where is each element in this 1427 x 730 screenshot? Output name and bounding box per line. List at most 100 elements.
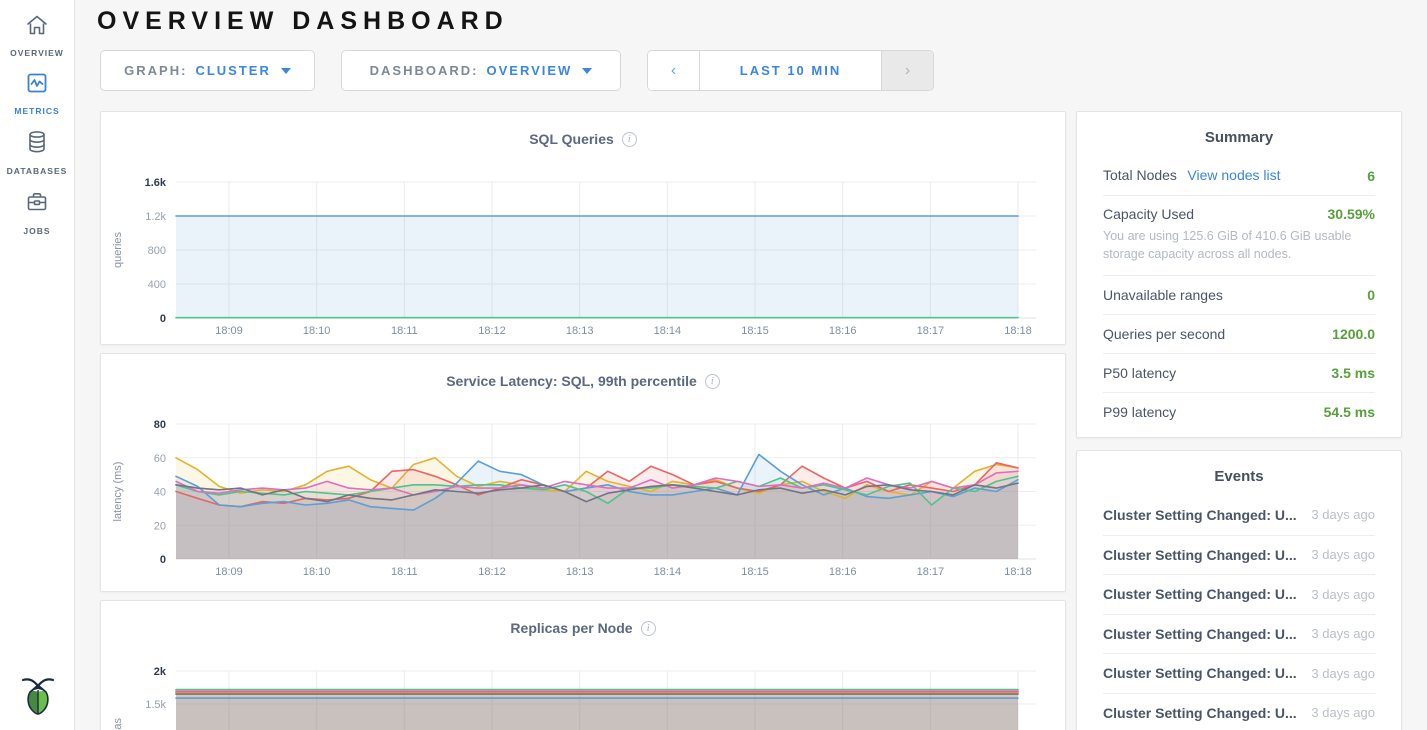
time-window-range-button[interactable]: LAST 10 MIN xyxy=(700,51,881,90)
event-label: Cluster Setting Changed: U... xyxy=(1103,665,1297,681)
graph-dropdown[interactable]: GRAPH: CLUSTER xyxy=(100,50,315,91)
summary-row-qps: Queries per second 1200.0 xyxy=(1103,314,1375,353)
summary-row-p50: P50 latency 3.5 ms xyxy=(1103,353,1375,392)
event-time: 3 days ago xyxy=(1311,626,1375,641)
view-nodes-list-link[interactable]: View nodes list xyxy=(1187,167,1280,183)
svg-text:18:11: 18:11 xyxy=(391,325,418,337)
svg-text:18:14: 18:14 xyxy=(654,566,682,578)
info-icon[interactable]: i xyxy=(705,374,720,389)
page-title: OVERVIEW DASHBOARD xyxy=(97,7,509,36)
summary-row-unavailable-ranges: Unavailable ranges 0 xyxy=(1103,275,1375,314)
service-latency-card: Service Latency: SQL, 99th percentile i … xyxy=(100,353,1066,592)
metrics-icon xyxy=(24,71,50,100)
svg-text:18:12: 18:12 xyxy=(478,566,506,578)
event-row: Cluster Setting Changed: U... 3 days ago xyxy=(1103,574,1375,614)
chevron-right-icon: › xyxy=(905,62,910,80)
event-time: 3 days ago xyxy=(1311,547,1375,562)
svg-text:replicas: replicas xyxy=(112,718,124,730)
chart-title: SQL Queries xyxy=(529,131,614,147)
unavailable-ranges-label: Unavailable ranges xyxy=(1103,287,1223,303)
qps-value: 1200.0 xyxy=(1332,326,1375,342)
sidebar-item-jobs[interactable]: JOBS xyxy=(0,176,75,236)
svg-text:40: 40 xyxy=(154,487,166,499)
svg-text:18:16: 18:16 xyxy=(829,566,857,578)
p50-latency-value: 3.5 ms xyxy=(1331,365,1375,381)
info-icon[interactable]: i xyxy=(641,621,656,636)
summary-row-total-nodes: Total Nodes View nodes list 6 xyxy=(1103,156,1375,195)
jobs-icon xyxy=(24,189,50,220)
sidebar-item-metrics[interactable]: METRICS xyxy=(0,58,75,116)
sidebar-item-label: METRICS xyxy=(14,106,59,116)
dashboard-dropdown[interactable]: DASHBOARD: OVERVIEW xyxy=(341,50,621,91)
p50-latency-label: P50 latency xyxy=(1103,365,1176,381)
event-label: Cluster Setting Changed: U... xyxy=(1103,547,1297,563)
summary-row-capacity: Capacity Used 30.59% You are using 125.6… xyxy=(1103,195,1375,275)
capacity-used-subtext: You are using 125.6 GiB of 410.6 GiB usa… xyxy=(1103,227,1375,263)
sql-queries-chart[interactable]: 04008001.2k1.6k18:0918:1018:1118:1218:13… xyxy=(101,158,1065,344)
time-window-next-button[interactable]: › xyxy=(881,51,933,90)
chart-title: Replicas per Node xyxy=(510,620,632,636)
p99-latency-label: P99 latency xyxy=(1103,404,1176,420)
chart-title: Service Latency: SQL, 99th percentile xyxy=(446,373,697,389)
event-row: Cluster Setting Changed: U...3 days ago xyxy=(1103,693,1375,730)
p99-latency-value: 54.5 ms xyxy=(1324,404,1375,420)
svg-text:1.5k: 1.5k xyxy=(145,699,166,711)
svg-text:latency (ms): latency (ms) xyxy=(112,462,124,522)
svg-text:18:13: 18:13 xyxy=(566,566,594,578)
svg-text:18:13: 18:13 xyxy=(566,325,594,337)
event-label: Cluster Setting Changed: U... xyxy=(1103,626,1297,642)
info-icon[interactable]: i xyxy=(622,132,637,147)
svg-text:18:11: 18:11 xyxy=(391,566,418,578)
svg-text:1.2k: 1.2k xyxy=(145,211,166,223)
svg-text:2k: 2k xyxy=(154,666,167,678)
chevron-left-icon: ‹ xyxy=(671,62,676,80)
svg-text:18:10: 18:10 xyxy=(303,566,331,578)
svg-text:80: 80 xyxy=(154,419,166,431)
home-icon xyxy=(24,13,50,42)
event-label: Cluster Setting Changed: U... xyxy=(1103,507,1297,523)
svg-text:0: 0 xyxy=(160,554,166,566)
databases-icon xyxy=(24,129,50,160)
svg-text:18:16: 18:16 xyxy=(829,325,857,337)
event-label: Cluster Setting Changed: U... xyxy=(1103,705,1297,721)
dashboard-dropdown-label: DASHBOARD: xyxy=(370,63,479,78)
sidebar-item-overview[interactable]: OVERVIEW xyxy=(0,0,75,58)
summary-row-p99: P99 latency 54.5 ms xyxy=(1103,392,1375,431)
event-time: 3 days ago xyxy=(1311,587,1375,602)
event-label: Cluster Setting Changed: U... xyxy=(1103,586,1297,602)
svg-text:18:17: 18:17 xyxy=(917,325,945,337)
chevron-down-icon xyxy=(281,68,291,74)
controls-bar: GRAPH: CLUSTER DASHBOARD: OVERVIEW ‹ LAS… xyxy=(100,50,934,91)
svg-text:18:18: 18:18 xyxy=(1004,566,1032,578)
replicas-per-node-card: Replicas per Node i 05001k1.5k2k18:0918:… xyxy=(100,600,1066,730)
capacity-used-value: 30.59% xyxy=(1328,206,1375,222)
qps-label: Queries per second xyxy=(1103,326,1225,342)
service-latency-chart[interactable]: 02040608018:0918:1018:1118:1218:1318:141… xyxy=(101,400,1065,586)
svg-text:18:15: 18:15 xyxy=(741,325,769,337)
overview-dashboard-page: OVERVIEW METRICS DATABASES xyxy=(0,0,1427,730)
svg-text:18:18: 18:18 xyxy=(1004,325,1032,337)
svg-text:60: 60 xyxy=(154,453,166,465)
sidebar-item-label: JOBS xyxy=(23,226,50,236)
cockroachdb-logo xyxy=(0,672,75,718)
sidebar-item-databases[interactable]: DATABASES xyxy=(0,116,75,176)
event-time: 3 days ago xyxy=(1311,666,1375,681)
svg-text:1.6k: 1.6k xyxy=(145,177,167,189)
event-row: Cluster Setting Changed: U... 3 days ago xyxy=(1103,495,1375,535)
svg-text:0: 0 xyxy=(160,313,166,325)
event-time: 3 days ago xyxy=(1311,507,1375,522)
total-nodes-label: Total Nodes xyxy=(1103,167,1177,183)
svg-text:18:15: 18:15 xyxy=(741,566,769,578)
svg-text:18:09: 18:09 xyxy=(215,325,243,337)
time-window-prev-button[interactable]: ‹ xyxy=(648,51,700,90)
sidebar: OVERVIEW METRICS DATABASES xyxy=(0,0,75,730)
svg-text:18:14: 18:14 xyxy=(654,325,682,337)
sidebar-item-label: DATABASES xyxy=(7,166,68,176)
svg-text:18:12: 18:12 xyxy=(478,325,506,337)
sidebar-item-label: OVERVIEW xyxy=(10,48,64,58)
summary-panel: Summary Total Nodes View nodes list 6 Ca… xyxy=(1076,111,1402,438)
svg-text:18:10: 18:10 xyxy=(303,325,331,337)
event-row: Cluster Setting Changed: U... 3 days ago xyxy=(1103,653,1375,693)
replicas-per-node-chart[interactable]: 05001k1.5k2k18:0918:1018:1118:1218:1318:… xyxy=(101,647,1065,730)
svg-text:800: 800 xyxy=(148,245,166,257)
